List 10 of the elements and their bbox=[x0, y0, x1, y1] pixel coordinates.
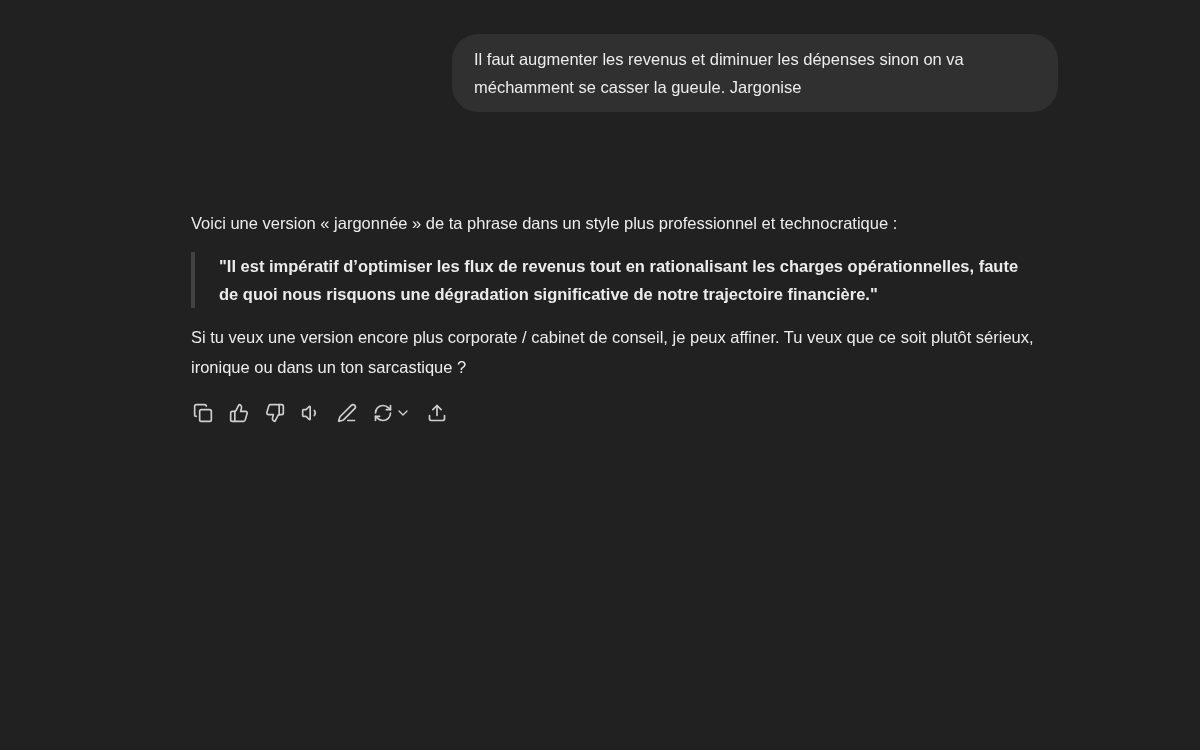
share-button[interactable] bbox=[426, 402, 448, 424]
thumbs-down-button[interactable] bbox=[264, 402, 286, 424]
refresh-icon bbox=[373, 403, 393, 423]
thumbs-up-button[interactable] bbox=[228, 402, 250, 424]
response-paragraph: Voici une version « jargonnée » de ta phrase dans un style plus professionnel et technocratique : bbox=[191, 213, 899, 234]
copy-button[interactable] bbox=[192, 402, 214, 424]
user-message-bubble: Il faut augmenter les revenus et diminuer les dépenses sinon on va méchamment se casser la gueule. Jargonise bbox=[452, 34, 1058, 112]
edit-button[interactable] bbox=[336, 402, 358, 424]
quote-text: "Il est impératif d’optimiser les flux de revenus tout en rationalisant les charges opérationnelles, faute de quoi nous risquons une dégradation significative de notre trajectoire financière." bbox=[219, 256, 1020, 305]
response-paragraph: Si tu veux une version encore plus corporate / cabinet de conseil, je peux affiner. Tu veux que ce soit plutôt sérieux, ironique ou dans un ton sarcastique ? bbox=[191, 327, 1035, 378]
